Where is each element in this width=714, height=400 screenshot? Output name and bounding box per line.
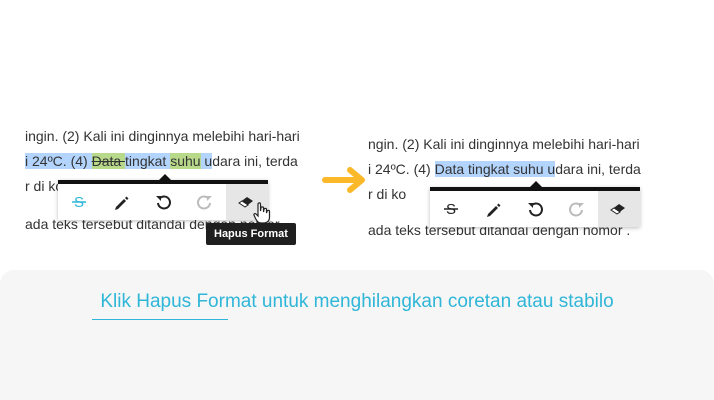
strikethrough-button[interactable]: S — [430, 191, 472, 227]
tooltip-hapus-format: Hapus Format — [206, 223, 296, 245]
pencil-icon — [487, 203, 501, 217]
caption-link: Hapus Format — [136, 291, 257, 312]
strikethrough-icon: S — [444, 201, 458, 218]
strikethrough-icon: S — [72, 194, 86, 211]
after-panel: ngin. (2) Kali ini dinginnya melebihi ha… — [368, 0, 688, 265]
pencil-icon — [115, 196, 129, 210]
highlighted-text: suhu — [170, 153, 201, 169]
redo-icon — [197, 195, 212, 210]
caption-panel — [0, 270, 714, 400]
undo-button[interactable] — [514, 191, 556, 227]
clear-format-button[interactable] — [598, 191, 640, 227]
format-toolbar: S — [430, 181, 640, 227]
selected-text: Data tingkat suhu u — [434, 161, 556, 177]
strikethrough-button[interactable]: S — [58, 184, 100, 220]
highlight-button[interactable] — [472, 191, 514, 227]
redo-button[interactable] — [556, 191, 598, 227]
selected-text: i 24ºC. (4) Data tingkat suhu u — [25, 153, 213, 169]
text-line-2: i 24ºC. (4) Data tingkat suhu udara ini,… — [25, 153, 298, 169]
undo-icon — [156, 195, 171, 210]
text-line-1: ingin. (2) Kali ini dinginnya melebihi h… — [25, 128, 300, 144]
format-toolbar: S — [58, 174, 268, 220]
highlight-button[interactable] — [100, 184, 142, 220]
hand-cursor-icon — [253, 202, 271, 224]
caption-underline — [92, 319, 228, 320]
undo-button[interactable] — [142, 184, 184, 220]
before-panel: ingin. (2) Kali ini dinginnya melebihi h… — [25, 0, 310, 265]
undo-icon — [528, 202, 543, 217]
redo-icon — [569, 202, 584, 217]
strikethrough-text: Data — [91, 153, 126, 169]
eraser-icon — [610, 204, 625, 215]
text-line-1: ngin. (2) Kali ini dinginnya melebihi ha… — [368, 136, 640, 152]
redo-button[interactable] — [184, 184, 226, 220]
text-line-3: r di ko — [368, 186, 407, 202]
arrow-right-icon — [322, 167, 365, 193]
instruction-caption: Klik Hapus Format untuk menghilangkan co… — [100, 291, 614, 312]
text-line-2: i 24ºC. (4) Data tingkat suhu udara ini,… — [368, 161, 641, 177]
